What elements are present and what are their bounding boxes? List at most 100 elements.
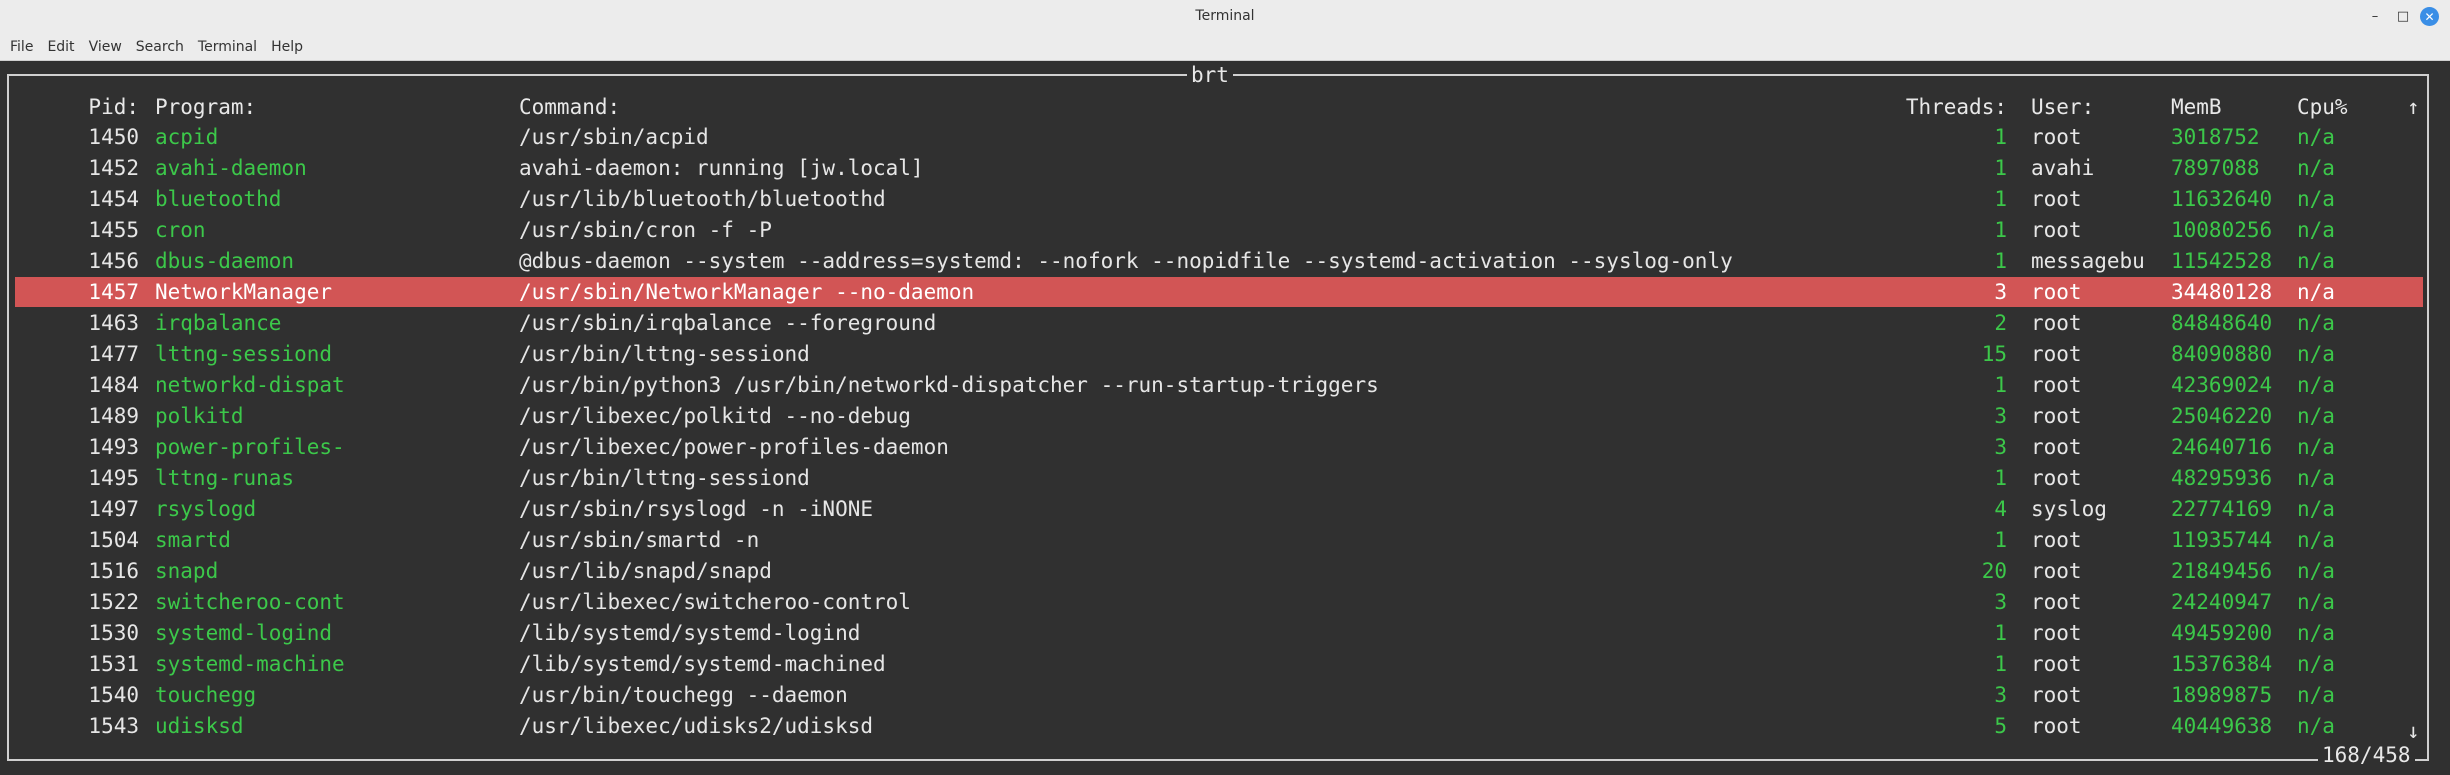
cell-pid: 1450	[88, 125, 139, 149]
cell-user: root	[2031, 435, 2082, 459]
cell-command: @dbus-daemon --system --address=systemd:…	[519, 249, 1733, 273]
cell-memb: 3018752	[2171, 125, 2260, 149]
table-row[interactable]: 1516 snapd/usr/lib/snapd/snapd 20 root 21849…	[15, 556, 2423, 586]
cell-memb: 34480128	[2171, 280, 2273, 304]
menu-search[interactable]: Search	[129, 35, 191, 59]
table-row[interactable]: 1543 udisksd/usr/libexec/udisks2/udisksd 5…	[15, 711, 2423, 741]
header-threads[interactable]: Threads:	[1807, 92, 2007, 122]
cell-program: smartd	[155, 528, 231, 552]
terminal-area[interactable]: brt Pid: Program: Command: Threads: User…	[0, 62, 2450, 775]
cell-threads: 3	[1994, 683, 2007, 707]
row-position: 168/458	[2318, 742, 2415, 768]
cell-command: /usr/bin/lttng-sessiond	[519, 342, 810, 366]
cell-threads: 20	[1981, 559, 2007, 583]
maximize-icon[interactable]: □	[2394, 7, 2412, 25]
cell-command: /usr/sbin/NetworkManager --no-daemon	[519, 280, 975, 304]
menu-help[interactable]: Help	[264, 35, 310, 59]
table-row[interactable]: 1452 avahi-daemon avahi-daemon: running [j…	[15, 153, 2423, 183]
table-row[interactable]: 1450 acpid/usr/sbin/acpid 1 root 3018752 n/a	[15, 122, 2423, 152]
cell-memb: 22774169	[2171, 497, 2273, 521]
table-row[interactable]: 1463 irqbalance/usr/sbin/irqbalance --for…	[15, 308, 2423, 338]
cell-command: /usr/sbin/rsyslogd -n -iNONE	[519, 497, 874, 521]
table-row[interactable]: 1530 systemd-logind/lib/systemd/systemd-l…	[15, 618, 2423, 648]
table-row[interactable]: 1497 rsyslogd/usr/sbin/rsyslogd -n -iNONE…	[15, 494, 2423, 524]
header-user[interactable]: User:	[2031, 92, 2094, 122]
cell-threads: 3	[1994, 280, 2007, 304]
cell-cpu: n/a	[2297, 187, 2335, 211]
table-row[interactable]: 1495 lttng-runas/usr/bin/lttng-sessiond 1 r…	[15, 463, 2423, 493]
cell-program: switcheroo-cont	[155, 590, 345, 614]
cell-cpu: n/a	[2297, 528, 2335, 552]
menu-edit[interactable]: Edit	[40, 35, 81, 59]
cell-command: /usr/bin/python3 /usr/bin/networkd-dispa…	[519, 373, 1379, 397]
minimize-icon[interactable]: –	[2366, 7, 2384, 25]
cell-program: systemd-logind	[155, 621, 333, 645]
frame-title: brt	[1187, 62, 1233, 88]
cell-command: /usr/libexec/polkitd --no-debug	[519, 404, 911, 428]
cell-command: /usr/lib/snapd/snapd	[519, 559, 772, 583]
table-row[interactable]: 1489 polkitd/usr/libexec/polkitd --no-deb…	[15, 401, 2423, 431]
table-row[interactable]: 1540 touchegg/usr/bin/touchegg --daemon 3 r…	[15, 680, 2423, 710]
cell-program: NetworkManager	[155, 280, 333, 304]
cell-memb: 84848640	[2171, 311, 2273, 335]
table-row-selected[interactable]: 1457 NetworkManager/usr/sbin/NetworkManag…	[15, 277, 2423, 307]
table-row[interactable]: 1531 systemd-machine/lib/systemd/systemd-…	[15, 649, 2423, 679]
header-pid[interactable]: Pid:	[15, 92, 139, 122]
table-row[interactable]: 1504 smartd/usr/sbin/smartd -n 1 root 119357…	[15, 525, 2423, 555]
cell-cpu: n/a	[2297, 683, 2335, 707]
cell-threads: 1	[1994, 466, 2007, 490]
cell-pid: 1455	[88, 218, 139, 242]
cell-pid: 1493	[88, 435, 139, 459]
cell-memb: 21849456	[2171, 559, 2273, 583]
cell-command: /usr/sbin/smartd -n	[519, 528, 760, 552]
close-icon[interactable]: ✕	[2420, 7, 2439, 26]
table-row[interactable]: 1477 lttng-sessiond/usr/bin/lttng-session…	[15, 339, 2423, 369]
cell-pid: 1452	[88, 156, 139, 180]
cell-threads: 1	[1994, 528, 2007, 552]
cell-command: /usr/lib/bluetooth/bluetoothd	[519, 187, 886, 211]
cell-threads: 1	[1994, 125, 2007, 149]
sort-up-icon[interactable]: ↑	[2407, 92, 2420, 122]
cell-pid: 1531	[88, 652, 139, 676]
table-row[interactable]: 1456 dbus-daemon @dbus-daemon --system --a…	[15, 246, 2423, 276]
cell-command: /usr/sbin/irqbalance --foreground	[519, 311, 937, 335]
cell-command: /usr/sbin/acpid	[519, 125, 709, 149]
cell-memb: 18989875	[2171, 683, 2273, 707]
table-header: Pid: Program: Command: Threads: User: Me…	[15, 92, 2423, 122]
menu-terminal[interactable]: Terminal	[191, 35, 264, 59]
cell-command: avahi-daemon: running [jw.local]	[519, 156, 924, 180]
table-row[interactable]: 1455 cron/usr/sbin/cron -f -P 1 root 1008025…	[15, 215, 2423, 245]
table-row[interactable]: 1522 switcheroo-cont/usr/libexec/switcher…	[15, 587, 2423, 617]
cell-pid: 1530	[88, 621, 139, 645]
table-row[interactable]: 1484 networkd-dispat/usr/bin/python3 /usr…	[15, 370, 2423, 400]
cell-user: root	[2031, 466, 2082, 490]
cell-command: /usr/libexec/udisks2/udisksd	[519, 714, 874, 738]
cell-cpu: n/a	[2297, 404, 2335, 428]
cell-command: /usr/sbin/cron -f -P	[519, 218, 772, 242]
cell-user: root	[2031, 404, 2082, 428]
cell-user: root	[2031, 187, 2082, 211]
cell-program: lttng-sessiond	[155, 342, 333, 366]
header-memb[interactable]: MemB	[2171, 92, 2222, 122]
cell-program: udisksd	[155, 714, 244, 738]
table-row[interactable]: 1493 power-profiles- /usr/libexec/power-pr…	[15, 432, 2423, 462]
table-row[interactable]: 1454 bluetoothd/usr/lib/bluetooth/bluetoo…	[15, 184, 2423, 214]
cell-cpu: n/a	[2297, 342, 2335, 366]
cell-command: /lib/systemd/systemd-logind	[519, 621, 861, 645]
cell-program: dbus-daemon	[155, 249, 295, 273]
cell-cpu: n/a	[2297, 621, 2335, 645]
cell-command: /usr/libexec/switcheroo-control	[519, 590, 911, 614]
header-command[interactable]: Command:	[519, 92, 620, 122]
cell-user: root	[2031, 683, 2082, 707]
title-bar: Terminal – □ ✕	[0, 0, 2450, 34]
cell-pid: 1522	[88, 590, 139, 614]
cell-cpu: n/a	[2297, 125, 2335, 149]
menu-file[interactable]: File	[3, 35, 40, 59]
cell-cpu: n/a	[2297, 311, 2335, 335]
cell-pid: 1516	[88, 559, 139, 583]
header-cpu[interactable]: Cpu%	[2297, 92, 2348, 122]
menu-view[interactable]: View	[82, 35, 129, 59]
header-program[interactable]: Program:	[155, 92, 256, 122]
cell-cpu: n/a	[2297, 590, 2335, 614]
cell-threads: 4	[1994, 497, 2007, 521]
